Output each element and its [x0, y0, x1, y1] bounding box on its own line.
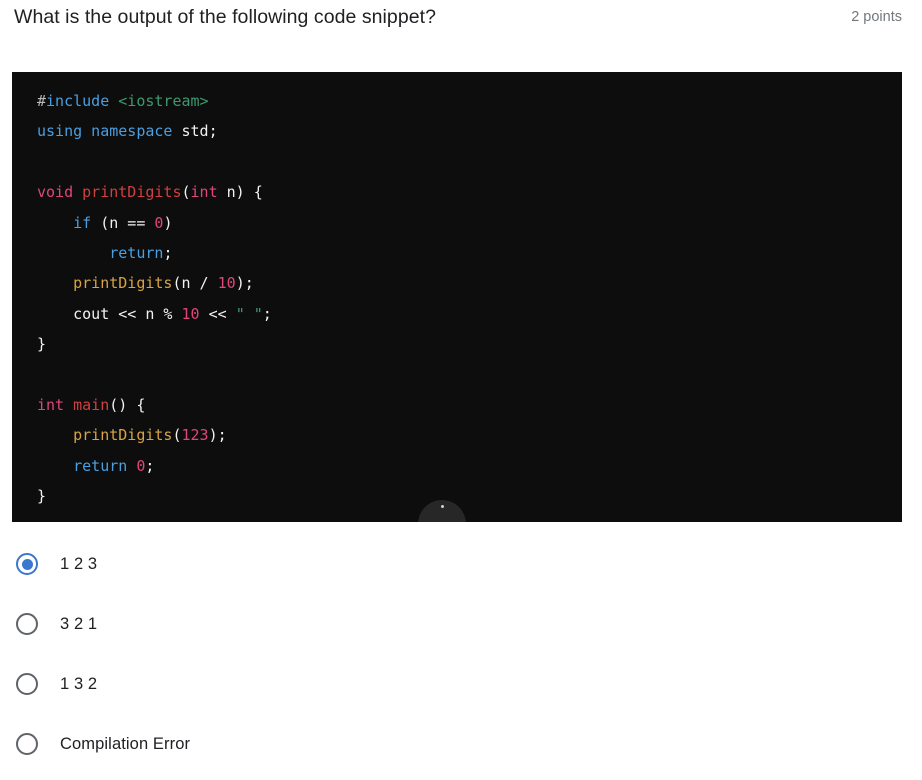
code-line: printDigits(123); — [37, 420, 902, 450]
code-token: ( — [172, 426, 182, 445]
code-token: ); — [208, 426, 227, 445]
code-token: <iostream> — [118, 92, 209, 110]
code-line: } — [37, 481, 902, 511]
code-token: 10 — [181, 304, 200, 323]
radio-button-icon[interactable] — [16, 553, 38, 575]
question-title: What is the output of the following code… — [14, 6, 436, 28]
answer-option-4[interactable]: Compilation Error — [0, 714, 922, 774]
code-token: ; — [145, 456, 155, 475]
radio-button-icon[interactable] — [16, 673, 38, 695]
code-token: int — [190, 183, 218, 202]
code-token: ) — [163, 213, 173, 232]
code-token: ; — [163, 243, 173, 262]
code-token: if — [73, 213, 92, 232]
code-token: printDigits — [73, 426, 173, 445]
code-line: void printDigits(int n) { — [37, 177, 902, 207]
radio-selected-dot — [21, 558, 33, 570]
answer-option-2[interactable]: 3 2 1 — [0, 594, 922, 654]
code-line: cout << n % 10 << " "; — [37, 299, 902, 329]
code-line: using namespace std; — [37, 116, 902, 146]
code-token: ( — [181, 183, 191, 202]
answer-option-label: 1 3 2 — [60, 675, 98, 693]
code-line: #include <iostream> — [37, 86, 902, 116]
answer-option-1[interactable]: 1 2 3 — [0, 534, 922, 594]
code-token: # — [37, 92, 47, 110]
code-snippet-text: #include <iostream> using namespace std; … — [12, 72, 902, 511]
code-token: printDigits — [82, 183, 182, 202]
code-line: } — [37, 329, 902, 359]
code-token: 123 — [181, 426, 209, 445]
answer-option-label: Compilation Error — [60, 735, 191, 753]
code-token: } — [37, 335, 47, 354]
code-token: return — [109, 243, 164, 262]
code-token: main — [73, 395, 110, 414]
code-token: using namespace — [37, 122, 173, 141]
question-points: 2 points — [851, 9, 902, 25]
code-line: return; — [37, 238, 902, 268]
question-page: What is the output of the following code… — [0, 0, 922, 780]
code-token: printDigits — [73, 274, 173, 293]
code-line: if (n == 0) — [37, 208, 902, 238]
answer-option-label: 3 2 1 — [60, 615, 98, 633]
code-line: int main() { — [37, 390, 902, 420]
code-line: return 0; — [37, 451, 902, 481]
code-expand-icon — [440, 505, 444, 508]
code-token: include — [46, 92, 110, 110]
code-token: () { — [109, 395, 146, 414]
code-token: void — [37, 183, 74, 202]
code-token: 10 — [217, 274, 236, 293]
code-token: (n / — [172, 274, 218, 293]
code-token: int — [37, 395, 65, 414]
code-token: " " — [235, 304, 263, 323]
code-token: << — [199, 304, 236, 323]
answer-option-label: 1 2 3 — [60, 555, 98, 573]
code-token: ); — [235, 274, 254, 293]
code-line: printDigits(n / 10); — [37, 268, 902, 298]
code-token: std; — [172, 122, 218, 141]
code-token: cout << n % — [37, 304, 182, 323]
code-token: n) { — [217, 183, 263, 202]
question-header: What is the output of the following code… — [0, 0, 922, 46]
code-token: ; — [262, 304, 272, 323]
code-token: } — [37, 487, 47, 506]
code-token: (n == — [91, 213, 155, 232]
answer-option-3[interactable]: 1 3 2 — [0, 654, 922, 714]
radio-button-icon[interactable] — [16, 613, 38, 635]
code-snippet-block: #include <iostream> using namespace std; … — [12, 72, 902, 522]
answer-options-list: 1 2 3 3 2 1 1 3 2 Compilation Error — [0, 534, 922, 774]
radio-button-icon[interactable] — [16, 733, 38, 755]
code-token: return — [73, 456, 128, 475]
